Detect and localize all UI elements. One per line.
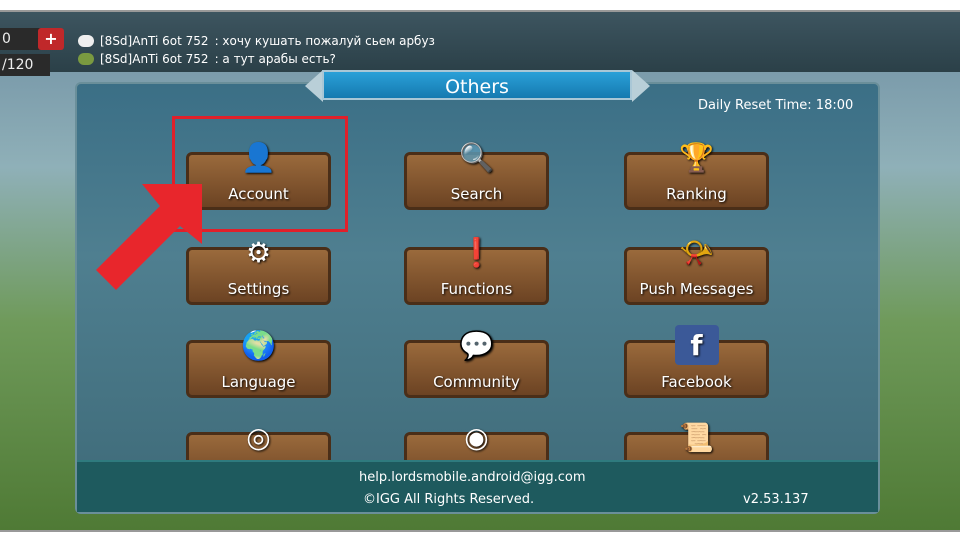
- panel-title: Others: [322, 70, 632, 100]
- ranking-icon: 🏆: [679, 140, 714, 174]
- facebook-icon: f: [674, 325, 719, 365]
- chat-message: : а тут арабы есть?: [214, 52, 336, 66]
- button-search[interactable]: 🔍 Search: [404, 141, 549, 210]
- chat-sender: [8Sd]AnTi 6ot 752: [100, 34, 209, 48]
- copyright: ©IGG All Rights Reserved.: [363, 492, 535, 507]
- button-label: Community: [433, 373, 520, 391]
- button-ranking[interactable]: 🏆 Ranking: [624, 141, 769, 210]
- chat-message: : хочу кушать пожалуй сьем арбуз: [214, 34, 435, 48]
- button-push-messages[interactable]: 📯 Push Messages: [624, 236, 769, 305]
- button-label: Settings: [227, 280, 290, 298]
- next-arrow[interactable]: [632, 70, 650, 102]
- version: v2.53.137: [743, 492, 809, 507]
- search-icon: 🔍: [459, 140, 494, 174]
- chat-sender: [8Sd]AnTi 6ot 752: [100, 52, 209, 66]
- button-label: Functions: [440, 280, 513, 298]
- discord-icon: ◉: [464, 420, 489, 454]
- scroll-icon: 📜: [679, 420, 714, 454]
- button-label: Push Messages: [639, 280, 754, 298]
- add-resource-button[interactable]: +: [38, 28, 64, 50]
- chat-bubble-icon: [78, 35, 94, 47]
- button-facebook[interactable]: f Facebook: [624, 325, 769, 398]
- game-screen: 0 + /120 [8Sd]AnTi 6ot 752 : хочу кушать…: [0, 10, 960, 532]
- button-label: Ranking: [666, 185, 727, 203]
- button-language[interactable]: 🌍 Language: [186, 329, 331, 398]
- horn-icon: 📯: [679, 235, 714, 269]
- gear-icon: ⚙: [245, 235, 272, 269]
- globe-icon: 🌍: [241, 328, 276, 362]
- resource-capacity: /120: [0, 54, 50, 76]
- red-arrow-icon: [96, 184, 202, 290]
- button-community[interactable]: 💬 Community: [404, 329, 549, 398]
- daily-reset-time: Daily Reset Time: 18:00: [698, 98, 854, 113]
- support-email[interactable]: help.lordsmobile.android@igg.com: [359, 470, 586, 485]
- instagram-icon: ◎: [246, 420, 271, 454]
- button-label: Facebook: [661, 373, 732, 391]
- chat-icon: 💬: [459, 328, 494, 362]
- button-label: Language: [221, 373, 296, 391]
- exclamation-icon: ❗: [459, 235, 494, 269]
- chat-line[interactable]: [8Sd]AnTi 6ot 752 : а тут арабы есть?: [78, 52, 336, 66]
- chat-line[interactable]: [8Sd]AnTi 6ot 752 : хочу кушать пожалуй …: [78, 34, 435, 48]
- button-label: Search: [450, 185, 503, 203]
- top-bar: 0 + /120 [8Sd]AnTi 6ot 752 : хочу кушать…: [0, 12, 960, 76]
- footer: help.lordsmobile.android@igg.com ©IGG Al…: [77, 460, 878, 512]
- button-functions[interactable]: ❗ Functions: [404, 236, 549, 305]
- prev-arrow[interactable]: [305, 70, 323, 102]
- guild-icon: [78, 53, 94, 65]
